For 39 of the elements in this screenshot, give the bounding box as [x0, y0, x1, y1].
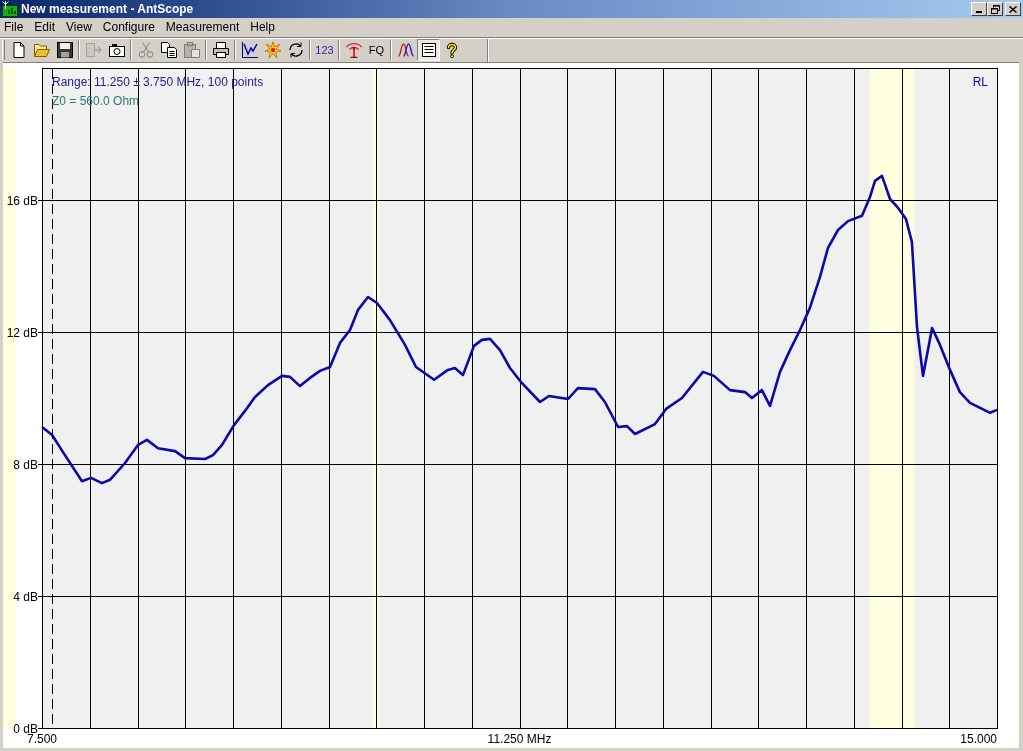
- list-icon: [420, 42, 437, 58]
- menu-item[interactable]: Edit: [30, 19, 60, 36]
- restore-button[interactable]: [987, 2, 1003, 16]
- restore-icon: [990, 4, 1000, 14]
- axis-label: 11.250 MHz: [487, 732, 552, 746]
- menu-item[interactable]: Help: [246, 19, 279, 36]
- axis-label: 4 dB: [13, 590, 38, 604]
- menu-item[interactable]: File: [0, 19, 28, 36]
- trace-label: RL: [972, 75, 988, 89]
- burst-icon: [264, 42, 281, 58]
- camera-icon: [108, 42, 125, 58]
- axis-label: 8 dB: [13, 458, 38, 472]
- toolbar-button[interactable]: 123: [313, 39, 336, 61]
- refresh-icon: [287, 42, 304, 58]
- toolbar-button[interactable]: [417, 39, 440, 61]
- save-icon: [56, 42, 73, 58]
- antenna-icon: [345, 42, 362, 58]
- copy-icon: [160, 42, 177, 58]
- export-icon: [85, 42, 102, 58]
- app-icon: [2, 1, 18, 17]
- open-folder-icon: [33, 42, 50, 58]
- close-icon: [1009, 5, 1017, 13]
- new-file-icon: [10, 42, 27, 58]
- window-title: New measurement - AntScope: [21, 1, 194, 17]
- menu-item[interactable]: Configure: [98, 19, 159, 36]
- axis-label: 15.000: [960, 732, 997, 746]
- close-button[interactable]: [1005, 2, 1021, 16]
- minimize-button[interactable]: [971, 2, 987, 16]
- axis-label: 16 dB: [6, 194, 38, 208]
- menu-item[interactable]: Measurement: [161, 19, 244, 36]
- paste-icon: [183, 42, 200, 58]
- wave-icon: [397, 42, 414, 58]
- axis-label: 12 dB: [6, 326, 38, 340]
- line-chart-icon: [241, 42, 258, 58]
- menu-item[interactable]: View: [62, 19, 96, 36]
- printer-icon: [212, 42, 229, 58]
- scissors-icon: [137, 42, 154, 58]
- toolbar-button[interactable]: FQ: [365, 39, 388, 61]
- minimize-icon: [976, 11, 982, 13]
